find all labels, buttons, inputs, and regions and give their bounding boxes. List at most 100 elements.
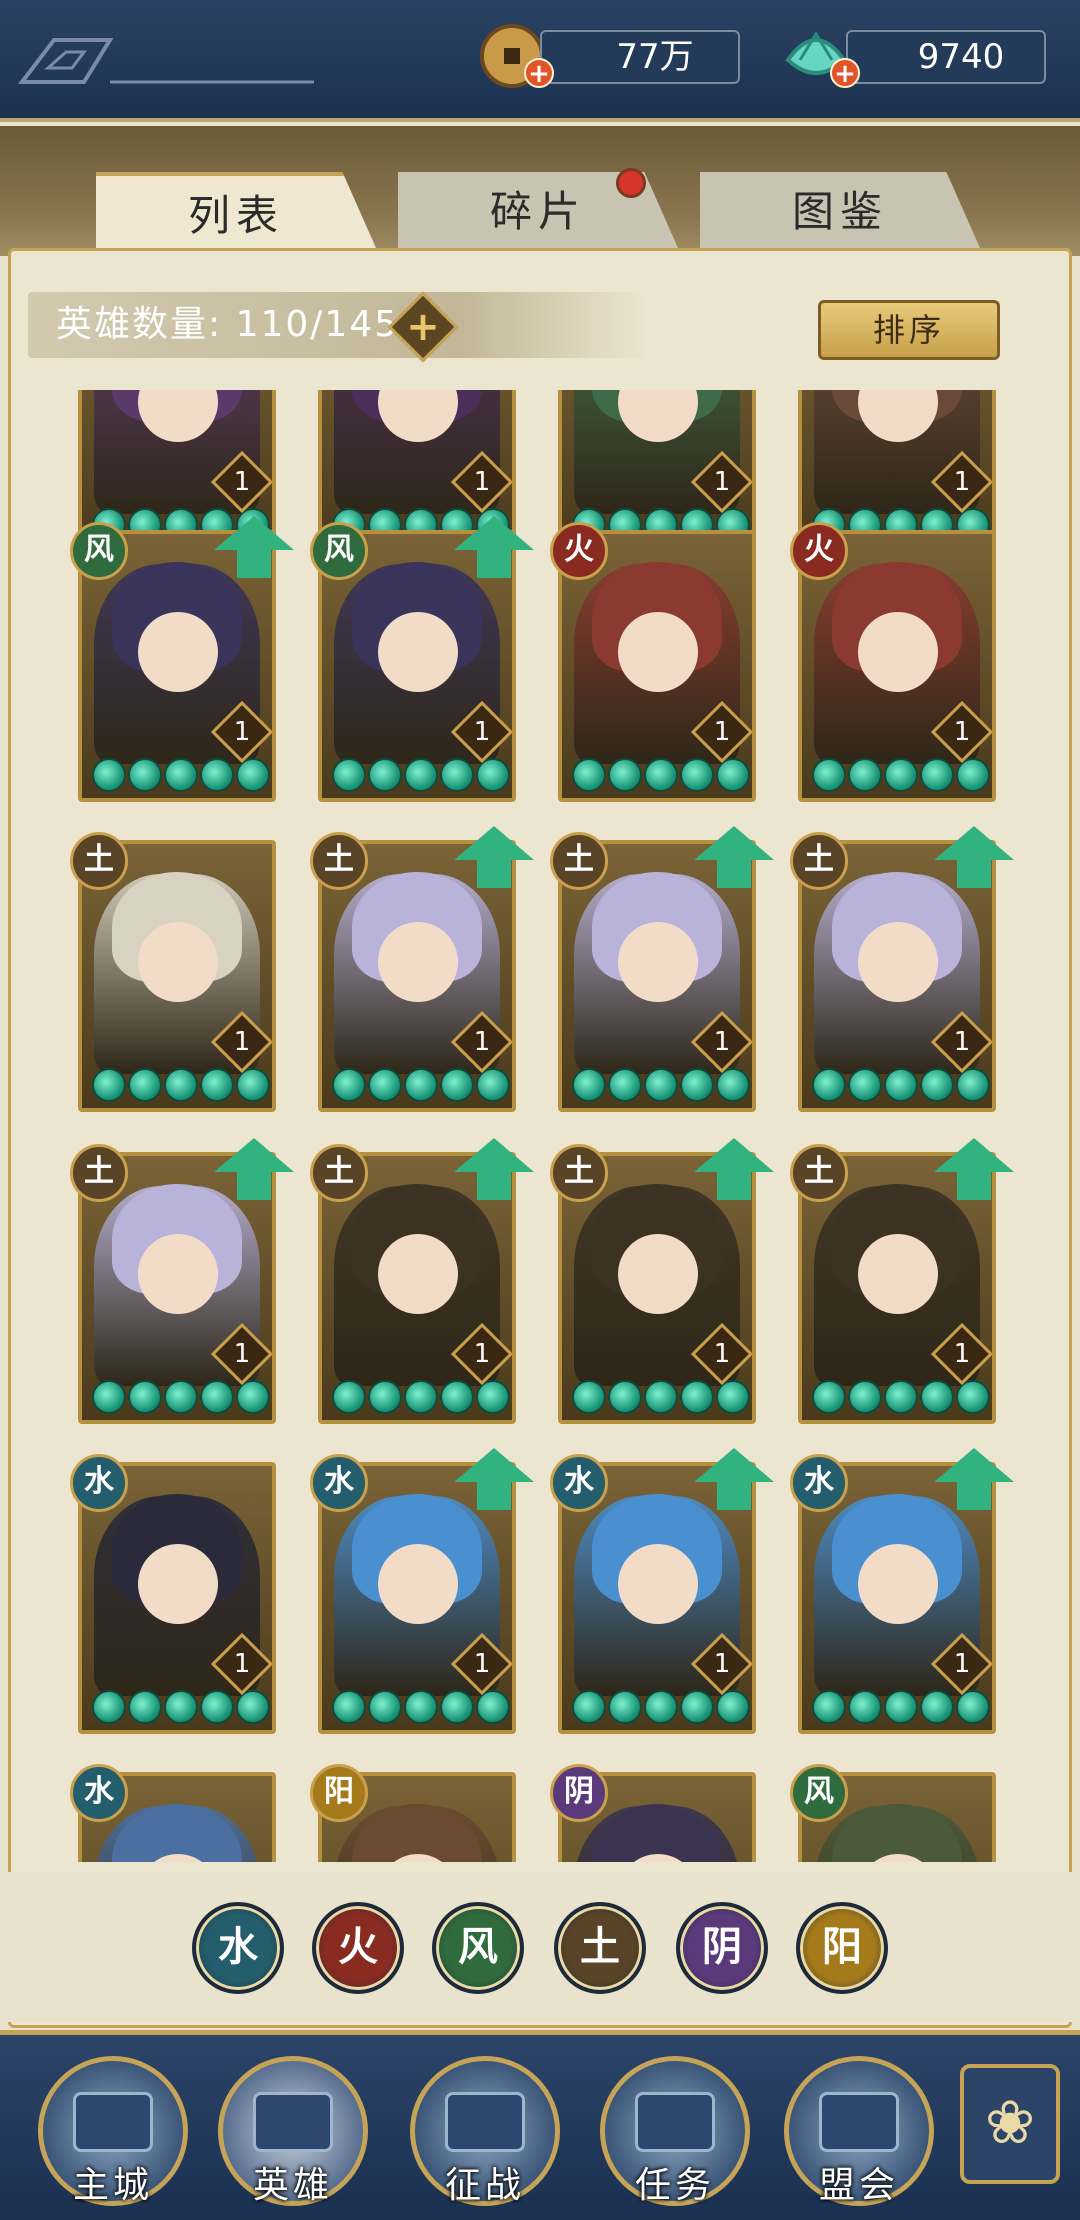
star-orbs <box>328 1068 512 1104</box>
water-element-icon: 水 <box>70 1764 128 1822</box>
jade-orb-icon <box>920 1380 954 1414</box>
filter-water-button[interactable]: 水 <box>192 1902 284 1994</box>
tab-codex[interactable]: 图鉴 <box>700 172 980 248</box>
level-value: 1 <box>473 1339 491 1369</box>
add-coins-button[interactable]: + <box>524 58 554 88</box>
jade-orb-icon <box>332 1380 366 1414</box>
jade-orb-icon <box>644 758 678 792</box>
upgrade-arrow-stem <box>477 1482 511 1510</box>
water-element-icon: 水 <box>550 1454 608 1512</box>
jade-orb-icon <box>644 1380 678 1414</box>
jade-orb-icon <box>884 1068 918 1102</box>
nav-label: 英雄 <box>252 2165 333 2206</box>
upgrade-arrow-icon <box>454 1448 534 1482</box>
earth-element-icon: 土 <box>550 832 608 890</box>
jade-orb-icon <box>440 758 474 792</box>
water-element-icon: 水 <box>310 1454 368 1512</box>
earth-element-icon: 土 <box>310 1144 368 1202</box>
upgrade-arrow-stem <box>477 860 511 888</box>
jade-orb-icon <box>812 1690 846 1724</box>
upgrade-arrow-stem <box>957 860 991 888</box>
wind-element-icon: 风 <box>70 522 128 580</box>
upgrade-arrow-icon <box>934 826 1014 860</box>
jade-orb-icon <box>920 1690 954 1724</box>
earth-element-icon: 土 <box>790 1144 848 1202</box>
jade-orb-icon <box>572 1690 606 1724</box>
level-value: 1 <box>713 1339 731 1369</box>
upgrade-arrow-icon <box>214 516 294 550</box>
jade-orb-icon <box>404 1380 438 1414</box>
jade-orb-icon <box>440 1380 474 1414</box>
jade-orb-icon <box>848 1380 882 1414</box>
jade-orb-icon <box>200 1068 234 1102</box>
filter-earth-button[interactable]: 土 <box>554 1902 646 1994</box>
jade-orb-icon <box>680 1380 714 1414</box>
jade-orb-icon <box>440 1068 474 1102</box>
hero-face <box>618 922 698 1002</box>
level-value: 1 <box>233 1339 251 1369</box>
nav-label: 征战 <box>444 2165 525 2206</box>
yang-element-icon: 阳 <box>310 1764 368 1822</box>
guild-gate-icon <box>819 2092 899 2152</box>
star-orbs <box>88 1690 272 1726</box>
sort-button[interactable]: 排序 <box>818 300 1000 360</box>
star-orbs <box>328 758 512 794</box>
hero-grid: 11111风1风1火1火1土1土1土1土1土1土1土1土1水1水1水1水水阳阴风 <box>30 390 1050 1862</box>
hero-face <box>858 1544 938 1624</box>
upgrade-arrow-icon <box>694 1448 774 1482</box>
top-bar: 77万 + 9740 + <box>0 0 1080 122</box>
jade-orb-icon <box>368 758 402 792</box>
hero-face <box>138 1544 218 1624</box>
jade-orb-icon <box>884 758 918 792</box>
star-orbs <box>568 1690 752 1726</box>
logo-emblem-icon <box>17 38 314 84</box>
water-element-icon: 水 <box>70 1454 128 1512</box>
tab-list[interactable]: 列表 <box>96 172 376 248</box>
filter-yang-button[interactable]: 阳 <box>796 1902 888 1994</box>
earth-element-icon: 土 <box>70 1144 128 1202</box>
filter-yin-button[interactable]: 阴 <box>676 1902 768 1994</box>
hero-face <box>378 1234 458 1314</box>
jade-orb-icon <box>608 1380 642 1414</box>
jade-orb-icon <box>680 1068 714 1102</box>
hero-face <box>378 1544 458 1624</box>
filter-wind-button[interactable]: 风 <box>432 1902 524 1994</box>
star-orbs <box>808 1690 992 1726</box>
filter-fire-button[interactable]: 火 <box>312 1902 404 1994</box>
menu-flower-icon[interactable]: ❀ <box>960 2064 1060 2184</box>
jade-orb-icon <box>644 1068 678 1102</box>
plus-icon: + <box>406 304 440 350</box>
star-orbs <box>568 1380 752 1416</box>
upgrade-arrow-stem <box>477 1172 511 1200</box>
nav-label: 盟会 <box>818 2165 899 2206</box>
add-jade-button[interactable]: + <box>830 58 860 88</box>
upgrade-arrow-stem <box>477 550 511 578</box>
level-value: 1 <box>713 1027 731 1057</box>
level-value: 1 <box>233 467 251 497</box>
jade-orb-icon <box>200 758 234 792</box>
hero-face <box>858 922 938 1002</box>
upgrade-arrow-stem <box>717 1172 751 1200</box>
water-element-icon: 水 <box>790 1454 848 1512</box>
palace-icon <box>73 2092 153 2152</box>
hero-count-label: 英雄数量: <box>56 304 223 345</box>
jade-orb-icon <box>920 1068 954 1102</box>
jade-orb-icon <box>920 758 954 792</box>
jade-orb-icon <box>812 1068 846 1102</box>
earth-element-icon: 土 <box>310 832 368 890</box>
jade-orb-icon <box>164 1690 198 1724</box>
hero-face <box>138 612 218 692</box>
star-orbs <box>328 1380 512 1416</box>
element-filter-bar <box>0 1872 1080 2022</box>
level-value: 1 <box>953 717 971 747</box>
star-orbs <box>568 1068 752 1104</box>
level-value: 1 <box>953 467 971 497</box>
jade-orb-icon <box>608 1068 642 1102</box>
jade-orb-icon <box>608 1690 642 1724</box>
upgrade-arrow-icon <box>694 826 774 860</box>
jade-orb-icon <box>572 1068 606 1102</box>
hero-portrait-icon <box>253 2092 333 2152</box>
hero-count-value: 110/145 <box>235 304 400 345</box>
jade-orb-icon <box>812 1380 846 1414</box>
yin-element-icon: 阴 <box>550 1764 608 1822</box>
